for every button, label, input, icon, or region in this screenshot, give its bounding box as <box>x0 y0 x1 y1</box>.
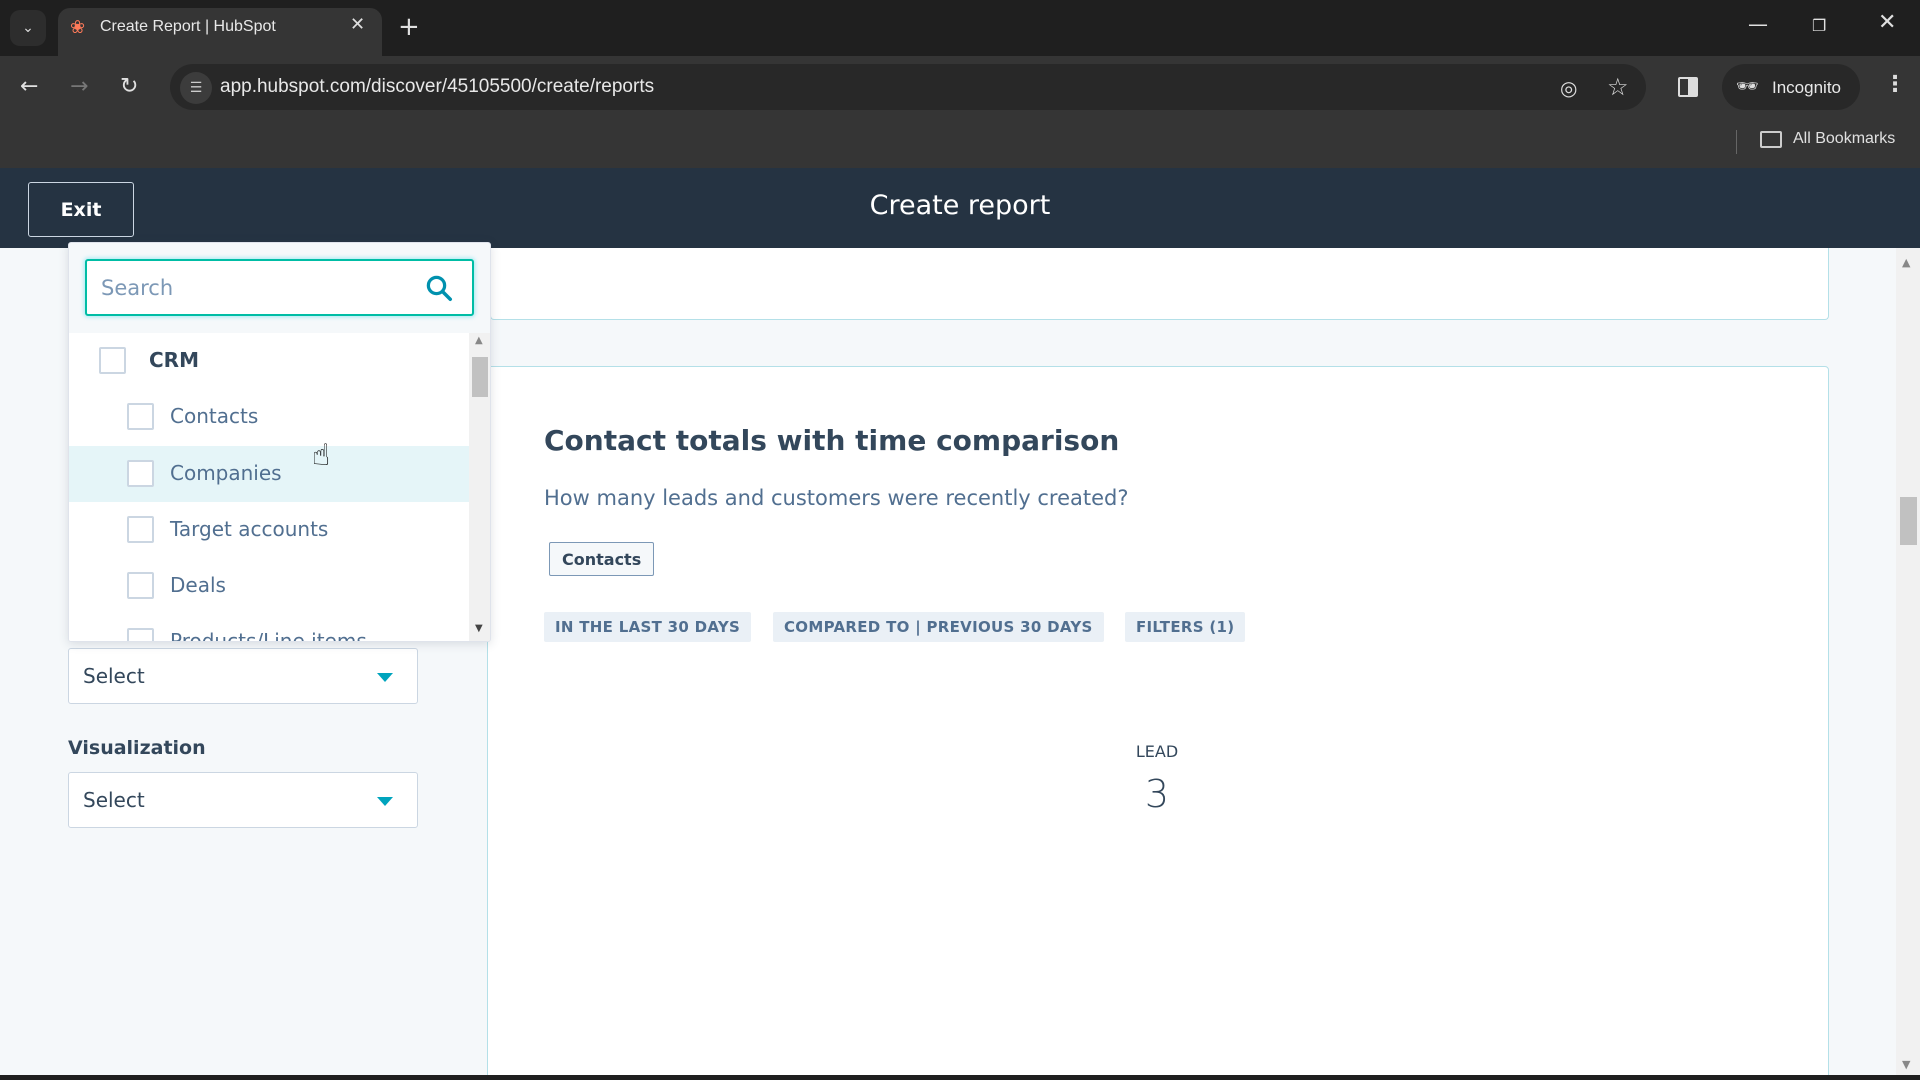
data-source-list: CRM Contacts Companies Target accounts D… <box>69 333 469 642</box>
window-bottom-edge <box>0 1075 1920 1080</box>
folder-icon <box>1760 131 1782 148</box>
restore-icon[interactable]: ❐ <box>1812 16 1826 35</box>
object-tag: Contacts <box>549 542 655 576</box>
incognito-label: Incognito <box>1772 78 1841 97</box>
scroll-up-arrow-icon[interactable]: ▲ <box>1902 256 1910 269</box>
list-item-label: Products/Line items <box>170 629 367 642</box>
checkbox[interactable] <box>127 403 154 430</box>
bookmarks-divider <box>1736 130 1737 154</box>
reload-icon[interactable]: ↻ <box>120 74 138 99</box>
list-item-target-accounts[interactable]: Target accounts <box>69 502 469 558</box>
url-text[interactable]: app.hubspot.com/discover/45105500/create… <box>220 76 654 98</box>
more-vertical-icon[interactable]: ⋮ <box>1884 72 1906 97</box>
eye-off-icon[interactable]: ◎ <box>1560 76 1577 100</box>
caret-down-icon <box>377 673 393 682</box>
bookmarks-bar <box>0 118 1920 168</box>
list-scroll-thumb[interactable] <box>472 357 488 397</box>
checkbox[interactable] <box>127 572 154 599</box>
search-icon[interactable] <box>424 273 454 303</box>
page-title: Create report <box>869 190 1051 221</box>
visualization-select[interactable]: Select <box>68 772 418 828</box>
scroll-down-arrow-icon[interactable]: ▼ <box>475 623 483 634</box>
select-value: Select <box>83 788 145 812</box>
list-item-label: Deals <box>170 573 226 597</box>
checkbox[interactable] <box>127 460 154 487</box>
page-scrollbar[interactable] <box>1896 248 1920 1075</box>
search-input[interactable] <box>85 259 474 316</box>
scroll-down-arrow-icon[interactable]: ▼ <box>1902 1058 1910 1071</box>
list-item-contacts[interactable]: Contacts <box>69 389 469 445</box>
tab-list-button[interactable]: ⌄ <box>10 10 46 46</box>
list-item-label: CRM <box>149 348 199 372</box>
all-bookmarks-link[interactable]: All Bookmarks <box>1793 130 1895 148</box>
list-item-products-line-items[interactable]: Products/Line items <box>69 614 469 642</box>
hubspot-sprocket-icon: ❀ <box>70 17 86 38</box>
list-item-label: Companies <box>170 461 282 485</box>
caret-down-icon <box>377 797 393 806</box>
window-close-icon[interactable]: ✕ <box>1878 10 1896 35</box>
select-value: Select <box>83 664 145 688</box>
checkbox[interactable] <box>99 347 126 374</box>
report-preview-top-card <box>490 248 1829 320</box>
list-item-label: Contacts <box>170 404 259 428</box>
data-source-select[interactable]: Select <box>68 648 418 704</box>
checkbox[interactable] <box>127 516 154 543</box>
tab-title: Create Report | HubSpot <box>100 18 276 35</box>
close-icon[interactable]: ✕ <box>350 14 365 35</box>
list-item-deals[interactable]: Deals <box>69 558 469 614</box>
checkbox[interactable] <box>127 628 154 641</box>
hand-cursor-icon: ☝ <box>312 438 331 473</box>
page-scroll-thumb[interactable] <box>1900 497 1917 545</box>
filters-chip: FILTERS (1) <box>1125 612 1246 642</box>
plus-icon[interactable]: + <box>398 12 420 42</box>
data-source-dropdown: CRM Contacts Companies Target accounts D… <box>68 242 491 642</box>
metric-label: LEAD <box>1135 742 1179 761</box>
list-item-label: Target accounts <box>170 517 329 541</box>
arrow-right-icon[interactable]: → <box>70 74 88 99</box>
star-icon[interactable]: ☆ <box>1607 73 1629 101</box>
comparison-chip: COMPARED TO | PREVIOUS 30 DAYS <box>773 612 1104 642</box>
report-preview-card <box>487 366 1829 1080</box>
list-group-crm[interactable]: CRM <box>69 333 469 389</box>
metric-value: 3 <box>1144 772 1170 816</box>
tune-icon[interactable]: ☰ <box>180 72 212 104</box>
date-range-chip: IN THE LAST 30 DAYS <box>544 612 752 642</box>
chevron-down-icon: ⌄ <box>22 20 34 36</box>
incognito-icon: 🕶 <box>1736 76 1759 97</box>
list-item-companies[interactable]: Companies <box>69 446 469 502</box>
report-subtitle: How many leads and customers were recent… <box>544 486 1129 510</box>
arrow-left-icon[interactable]: ← <box>20 74 38 99</box>
scroll-up-arrow-icon[interactable]: ▲ <box>475 335 483 346</box>
visualization-label: Visualization <box>68 737 206 759</box>
minimize-icon[interactable]: — <box>1748 12 1768 36</box>
side-panel-icon[interactable] <box>1678 77 1698 97</box>
report-title: Contact totals with time comparison <box>544 424 1120 457</box>
